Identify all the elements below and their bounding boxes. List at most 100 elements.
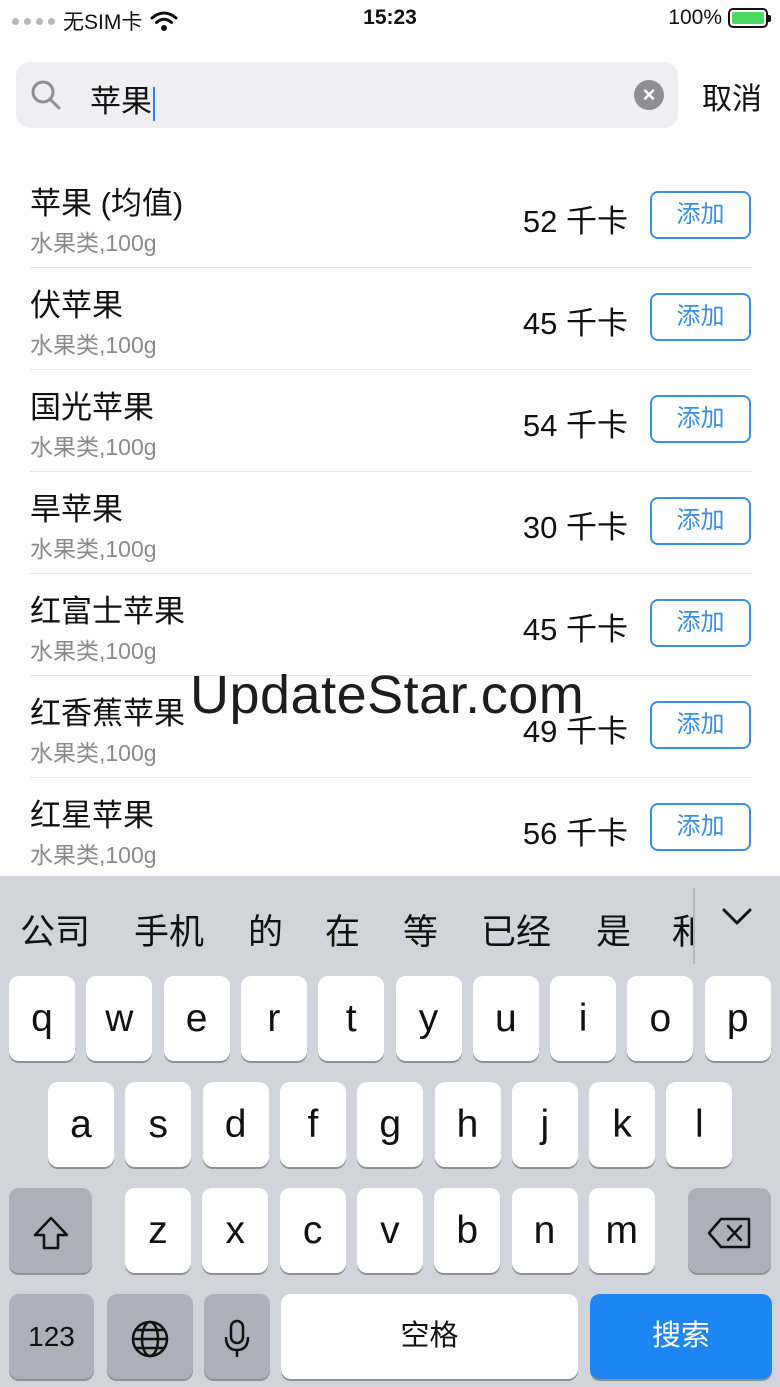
key-j[interactable]: j	[511, 1082, 578, 1167]
key-s-label: s	[148, 1103, 169, 1146]
globe-icon	[131, 1320, 169, 1357]
backspace-key[interactable]	[688, 1188, 771, 1273]
key-x[interactable]: x	[202, 1188, 269, 1273]
list-item[interactable]: 国光苹果 水果类,100g 54 千卡 添加	[0, 370, 780, 472]
key-i[interactable]: i	[550, 976, 617, 1061]
add-button[interactable]: 添加	[650, 395, 751, 443]
key-r-label: r	[267, 997, 281, 1040]
key-r[interactable]: r	[240, 976, 307, 1061]
key-p[interactable]: p	[704, 976, 771, 1061]
food-category: 水果类,100g	[30, 536, 157, 562]
candidate-word[interactable]: 的	[248, 904, 283, 955]
candidate-word[interactable]: 和	[672, 904, 693, 955]
status-right: 100%	[668, 6, 771, 30]
key-l-label: l	[695, 1103, 704, 1146]
microphone-icon	[224, 1319, 250, 1357]
key-a[interactable]: a	[48, 1082, 114, 1167]
list-item[interactable]: 红富士苹果 水果类,100g 45 千卡 添加	[0, 574, 780, 676]
key-w-label: w	[105, 997, 134, 1040]
candidate-word[interactable]: 公司	[20, 904, 90, 955]
key-u-label: u	[494, 997, 517, 1040]
candidate-word[interactable]: 是	[596, 904, 631, 955]
search-key-label: 搜索	[651, 1320, 710, 1352]
food-category: 水果类,100g	[30, 332, 157, 358]
chevron-down-icon[interactable]	[720, 902, 754, 932]
key-g-label: g	[379, 1103, 402, 1146]
key-h[interactable]: h	[434, 1082, 501, 1167]
search-key[interactable]: 搜索	[590, 1294, 772, 1379]
add-button[interactable]: 添加	[650, 803, 751, 851]
space-key-label: 空格	[400, 1320, 459, 1352]
clear-search-button[interactable]: ×	[634, 80, 664, 110]
candidate-word[interactable]: 等	[403, 904, 438, 955]
numbers-key-label: 123	[28, 1321, 75, 1352]
cancel-button[interactable]: 取消	[702, 74, 762, 118]
key-o-label: o	[649, 997, 672, 1040]
food-name: 红富士苹果	[30, 594, 185, 629]
key-b-label: b	[456, 1209, 479, 1252]
add-button[interactable]: 添加	[650, 599, 751, 647]
status-time: 15:23	[363, 6, 417, 29]
key-j-label: j	[540, 1103, 550, 1146]
key-f[interactable]: f	[279, 1082, 346, 1167]
add-button[interactable]: 添加	[650, 701, 751, 749]
key-v[interactable]: v	[356, 1188, 423, 1273]
candidate-word[interactable]: 在	[325, 904, 360, 955]
key-x-label: x	[225, 1209, 246, 1252]
space-key[interactable]: 空格	[281, 1294, 578, 1379]
candidate-word[interactable]: 已经	[481, 904, 551, 955]
food-category: 水果类,100g	[30, 740, 157, 766]
key-e-label: e	[185, 997, 208, 1040]
add-button[interactable]: 添加	[650, 293, 751, 341]
search-icon	[31, 80, 61, 110]
key-t[interactable]: t	[318, 976, 385, 1061]
key-q-label: q	[31, 997, 53, 1040]
food-calories: 54 千卡	[522, 408, 628, 443]
key-k[interactable]: k	[589, 1082, 656, 1167]
search-input[interactable]: 苹果	[90, 76, 155, 121]
key-g[interactable]: g	[357, 1082, 424, 1167]
battery-percent: 100%	[668, 6, 722, 29]
food-category: 水果类,100g	[30, 230, 157, 256]
list-item[interactable]: 红星苹果 水果类,100g 56 千卡 添加	[0, 778, 780, 880]
key-c-label: c	[302, 1209, 323, 1252]
add-button[interactable]: 添加	[650, 191, 751, 239]
key-y-label: y	[418, 997, 439, 1040]
shift-icon	[33, 1216, 68, 1249]
key-y[interactable]: y	[395, 976, 462, 1061]
list-item[interactable]: 苹果 (均值) 水果类,100g 52 千卡 添加	[0, 166, 780, 268]
food-calories: 56 千卡	[522, 816, 628, 851]
candidate-divider	[693, 888, 695, 964]
food-name: 红香蕉苹果	[30, 696, 185, 731]
key-l[interactable]: l	[666, 1082, 733, 1167]
microphone-key[interactable]	[204, 1294, 270, 1379]
key-q[interactable]: q	[9, 976, 75, 1061]
numbers-key[interactable]: 123	[9, 1294, 94, 1379]
food-name: 苹果 (均值)	[30, 186, 184, 221]
food-category: 水果类,100g	[30, 434, 157, 460]
candidate-bar: 公司 手机的在等已经是和	[0, 876, 780, 974]
list-item[interactable]: 旱苹果 水果类,100g 30 千卡 添加	[0, 472, 780, 574]
candidate-word[interactable]: 手机	[134, 904, 204, 955]
key-s[interactable]: s	[125, 1082, 192, 1167]
food-category: 水果类,100g	[30, 638, 157, 664]
key-z[interactable]: z	[125, 1188, 191, 1273]
key-u[interactable]: u	[472, 976, 539, 1061]
key-m[interactable]: m	[588, 1188, 655, 1273]
food-category: 水果类,100g	[30, 842, 157, 868]
key-n[interactable]: n	[511, 1188, 578, 1273]
key-b[interactable]: b	[434, 1188, 501, 1273]
key-t-label: t	[345, 997, 357, 1040]
globe-key[interactable]	[107, 1294, 193, 1379]
add-button[interactable]: 添加	[650, 497, 751, 545]
search-field[interactable]: 苹果 ×	[16, 62, 678, 128]
key-d[interactable]: d	[202, 1082, 269, 1167]
key-w[interactable]: w	[86, 976, 153, 1061]
key-z-label: z	[148, 1209, 168, 1252]
key-c[interactable]: c	[279, 1188, 346, 1273]
list-item[interactable]: 伏苹果 水果类,100g 45 千卡 添加	[0, 268, 780, 370]
shift-key[interactable]	[9, 1188, 92, 1273]
key-o[interactable]: o	[627, 976, 694, 1061]
key-e[interactable]: e	[163, 976, 230, 1061]
food-calories: 30 千卡	[522, 510, 628, 545]
